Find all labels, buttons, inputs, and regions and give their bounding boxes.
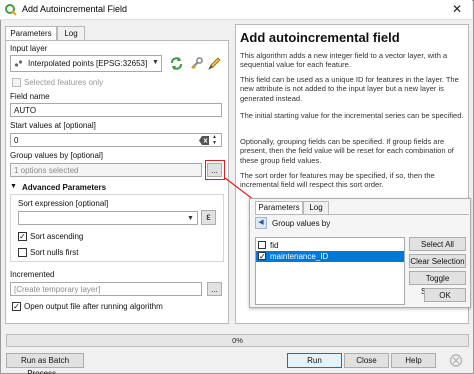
item-checkbox[interactable] <box>258 241 266 249</box>
list-item-label: fid <box>270 241 279 250</box>
ok-button[interactable]: OK <box>424 288 466 302</box>
popup-tab-log[interactable]: Log <box>303 201 329 214</box>
list-item[interactable]: ✓ maintenance_ID <box>256 251 404 262</box>
popup-tab-parameters[interactable]: Parameters <box>255 201 303 214</box>
group-values-popup: Parameters Log ◀ Group values by fid ✓ m… <box>249 198 471 308</box>
annotation-connector <box>224 177 259 204</box>
popup-header: Group values by <box>272 219 331 228</box>
list-item-label: maintenance_ID <box>270 252 329 261</box>
popup-tab-divider <box>255 214 469 215</box>
group-fields-list: fid ✓ maintenance_ID <box>255 237 405 305</box>
toggle-selection-button[interactable]: Toggle Selection <box>409 271 466 296</box>
select-all-button[interactable]: Select All <box>409 237 466 251</box>
back-arrow-icon[interactable]: ◀ <box>255 217 267 229</box>
item-checkbox[interactable]: ✓ <box>258 252 266 261</box>
list-item[interactable]: fid <box>256 240 404 251</box>
clear-selection-button[interactable]: Clear Selection <box>409 254 466 268</box>
